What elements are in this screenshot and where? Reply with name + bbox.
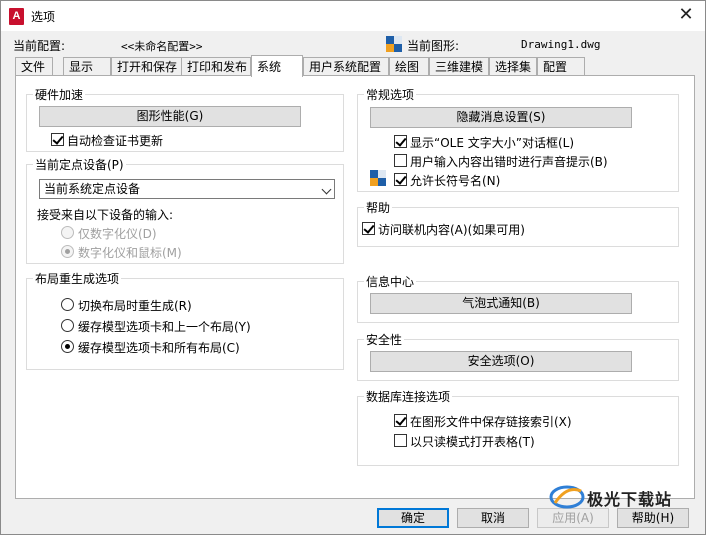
layout-regen-group: 布局重生成选项 切换布局时重生成(R) 缓存模型选项卡和上一个布局(Y) 缓存模… — [26, 270, 344, 370]
tab-strip: 文件 显示 打开和保存 打印和发布 系统 用户系统配置 绘图 三维建模 选择集 … — [15, 55, 585, 77]
store-links-index-label: 在图形文件中保存链接索引(X) — [410, 415, 572, 429]
tab-display[interactable]: 显示 — [63, 57, 111, 76]
current-profile-value: <<未命名配置>> — [121, 40, 203, 53]
tab-profiles[interactable]: 配置 — [537, 57, 585, 76]
chevron-down-icon — [321, 184, 332, 195]
pointing-device-title: 当前定点设备(P) — [33, 156, 126, 173]
cache-model-all-layouts-label: 缓存模型选项卡和所有布局(C) — [78, 341, 240, 355]
readonly-tables-checkbox[interactable] — [394, 434, 407, 447]
help-title: 帮助 — [364, 199, 393, 216]
ole-text-size-label: 显示“OLE 文字大小”对话框(L) — [410, 136, 575, 150]
help-group: 帮助 访问联机内容(A)(如果可用) — [357, 199, 679, 247]
long-symbol-names-checkbox[interactable] — [394, 173, 407, 186]
hardware-acceleration-title: 硬件加速 — [33, 86, 86, 103]
watermark-logo-icon — [549, 485, 585, 509]
graphics-performance-button[interactable]: 图形性能(G) — [39, 106, 301, 127]
current-drawing-label: 当前图形: — [407, 39, 460, 53]
current-profile-label: 当前配置: — [13, 39, 66, 53]
online-content-checkbox[interactable] — [362, 222, 375, 235]
balloon-notification-button[interactable]: 气泡式通知(B) — [370, 293, 632, 314]
hardware-acceleration-group: 硬件加速 图形性能(G) 自动检查证书更新 — [26, 86, 344, 152]
security-options-button[interactable]: 安全选项(O) — [370, 351, 632, 372]
info-center-title: 信息中心 — [364, 273, 417, 290]
long-symbol-names-label: 允许长符号名(N) — [410, 174, 501, 188]
digitizer-only-radio[interactable] — [61, 226, 74, 239]
system-variable-icon — [370, 170, 386, 186]
pointing-device-group: 当前定点设备(P) 当前系统定点设备 接受来自以下设备的输入: 仅数字化仪(D)… — [26, 156, 344, 264]
digitizer-only-label: 仅数字化仪(D) — [78, 227, 157, 241]
general-options-title: 常规选项 — [364, 86, 417, 103]
current-drawing-value: Drawing1.dwg — [521, 38, 601, 51]
cache-model-last-layout-radio[interactable] — [61, 319, 74, 332]
tab-open-save[interactable]: 打开和保存 — [111, 57, 183, 76]
db-connect-title: 数据库连接选项 — [364, 388, 453, 405]
ole-text-size-checkbox[interactable] — [394, 135, 407, 148]
cache-model-all-layouts-radio[interactable] — [61, 340, 74, 353]
pointing-device-selected: 当前系统定点设备 — [44, 182, 141, 196]
info-center-group: 信息中心 气泡式通知(B) — [357, 273, 679, 323]
layout-regen-title: 布局重生成选项 — [33, 270, 122, 287]
cache-model-last-layout-label: 缓存模型选项卡和上一个布局(Y) — [78, 320, 251, 334]
store-links-index-checkbox[interactable] — [394, 414, 407, 427]
auto-check-certificate-label: 自动检查证书更新 — [67, 134, 164, 148]
tab-files[interactable]: 文件 — [15, 57, 53, 76]
watermark: 极光下载站 — [549, 483, 699, 511]
tab-user-preferences[interactable]: 用户系统配置 — [303, 57, 389, 76]
readonly-tables-label: 以只读模式打开表格(T) — [410, 435, 535, 449]
close-button[interactable]: ✕ — [675, 4, 697, 26]
cancel-button[interactable]: 取消 — [457, 508, 529, 528]
tab-drafting[interactable]: 绘图 — [389, 57, 429, 76]
system-tab-panel: 硬件加速 图形性能(G) 自动检查证书更新 当前定点设备(P) 当前系统定点设备… — [15, 75, 695, 499]
hidden-messages-button[interactable]: 隐藏消息设置(S) — [370, 107, 632, 128]
digitizer-mouse-label: 数字化仪和鼠标(M) — [78, 246, 182, 260]
dialog-title: 选项 — [31, 10, 56, 24]
auto-check-certificate-checkbox[interactable] — [51, 133, 64, 146]
security-group: 安全性 安全选项(O) — [357, 331, 679, 381]
ok-button[interactable]: 确定 — [377, 508, 449, 528]
digitizer-mouse-radio[interactable] — [61, 245, 74, 258]
beep-on-error-label: 用户输入内容出错时进行声音提示(B) — [410, 155, 608, 169]
help-button[interactable]: 帮助(H) — [617, 508, 689, 528]
watermark-text: 极光下载站 — [587, 490, 673, 509]
options-dialog: A 选项 ✕ 当前配置: <<未命名配置>> 当前图形: Drawing1.dw… — [0, 0, 706, 535]
online-content-label: 访问联机内容(A)(如果可用) — [378, 223, 525, 237]
accept-input-label: 接受来自以下设备的输入: — [37, 208, 174, 222]
tab-plot-publish[interactable]: 打印和发布 — [181, 57, 251, 76]
general-options-group: 常规选项 隐藏消息设置(S) 显示“OLE 文字大小”对话框(L) 用户输入内容… — [357, 86, 679, 192]
security-title: 安全性 — [364, 331, 405, 348]
drawing-file-icon — [386, 36, 402, 52]
db-connect-group: 数据库连接选项 在图形文件中保存链接索引(X) 以只读模式打开表格(T) — [357, 388, 679, 466]
pointing-device-select[interactable]: 当前系统定点设备 — [39, 179, 335, 199]
tab-system[interactable]: 系统 — [251, 55, 303, 77]
tab-3d-modeling[interactable]: 三维建模 — [429, 57, 489, 76]
title-bar: A 选项 ✕ — [1, 1, 705, 31]
tab-selection[interactable]: 选择集 — [489, 57, 537, 76]
beep-on-error-checkbox[interactable] — [394, 154, 407, 167]
regen-on-switch-label: 切换布局时重生成(R) — [78, 299, 192, 313]
autocad-logo-icon: A — [9, 8, 24, 25]
regen-on-switch-radio[interactable] — [61, 298, 74, 311]
